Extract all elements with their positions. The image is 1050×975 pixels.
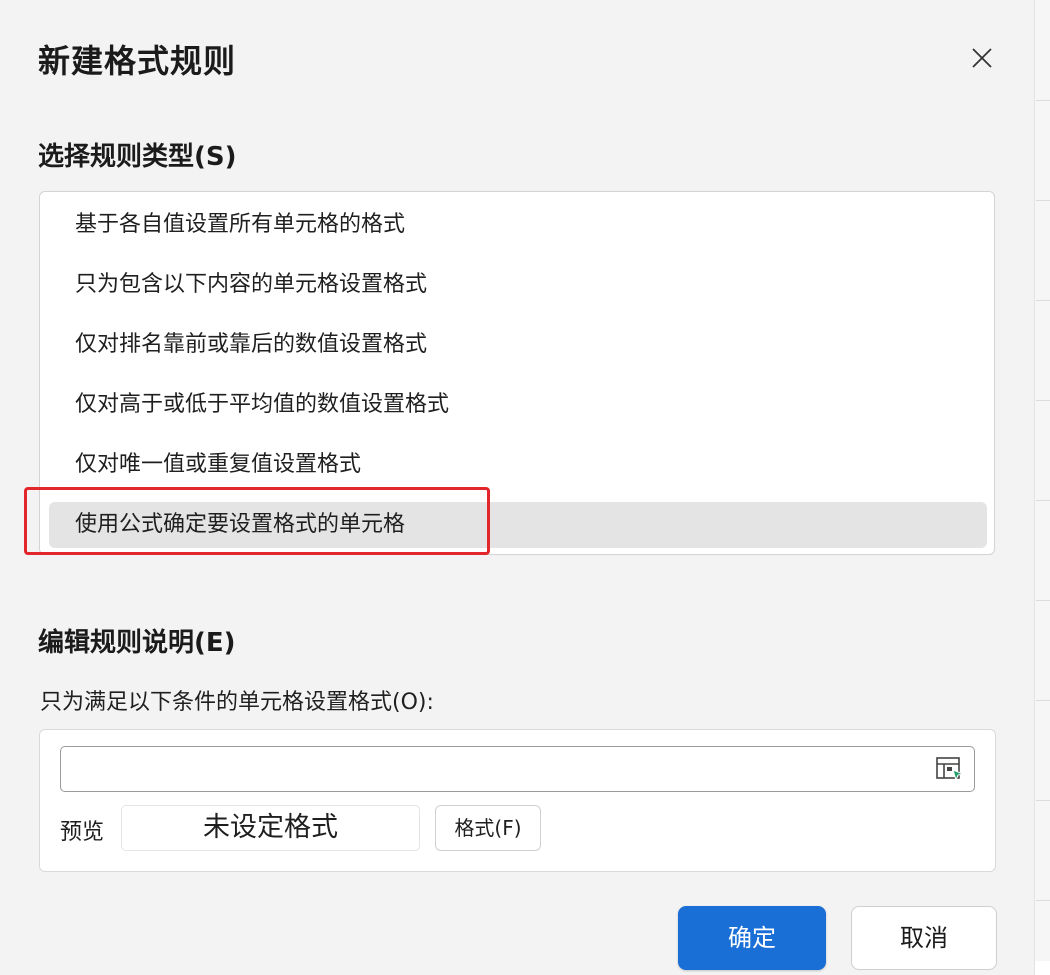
sheet-gridline bbox=[1036, 800, 1050, 801]
rule-type-item[interactable]: 仅对排名靠前或靠后的数值设置格式 bbox=[49, 322, 987, 368]
preview-label: 预览 bbox=[60, 820, 105, 845]
format-button[interactable]: 格式(F) bbox=[435, 805, 541, 851]
sheet-gridline bbox=[1036, 700, 1050, 701]
rule-type-list[interactable]: 基于各自值设置所有单元格的格式 只为包含以下内容的单元格设置格式 仅对排名靠前或… bbox=[39, 191, 995, 555]
rule-type-item-selected[interactable]: 使用公式确定要设置格式的单元格 bbox=[49, 502, 987, 548]
rule-type-item[interactable]: 只为包含以下内容的单元格设置格式 bbox=[49, 262, 987, 308]
sheet-gridline bbox=[1036, 200, 1050, 201]
sheet-gridline bbox=[1036, 900, 1050, 901]
sheet-gridline bbox=[1036, 100, 1050, 101]
formula-input[interactable] bbox=[60, 746, 975, 792]
sheet-gridline bbox=[1036, 500, 1050, 501]
new-format-rule-dialog: 新建格式规则 选择规则类型(S) 基于各自值设置所有单元格的格式 只为包含以下内… bbox=[0, 0, 1035, 975]
condition-label: 只为满足以下条件的单元格设置格式(O): bbox=[40, 690, 434, 715]
close-icon bbox=[972, 48, 992, 68]
rule-type-item[interactable]: 仅对唯一值或重复值设置格式 bbox=[49, 442, 987, 488]
sheet-gridline bbox=[1036, 300, 1050, 301]
edit-rule-panel: 预览 未设定格式 格式(F) bbox=[39, 729, 996, 872]
rule-type-item[interactable]: 基于各自值设置所有单元格的格式 bbox=[49, 202, 987, 248]
ok-button[interactable]: 确定 bbox=[678, 906, 826, 970]
format-preview: 未设定格式 bbox=[121, 805, 420, 851]
sheet-gridline bbox=[1036, 600, 1050, 601]
rule-type-item[interactable]: 仅对高于或低于平均值的数值设置格式 bbox=[49, 382, 987, 428]
cancel-button[interactable]: 取消 bbox=[851, 906, 997, 970]
range-picker-button[interactable] bbox=[933, 754, 967, 784]
close-button[interactable] bbox=[960, 38, 1004, 78]
range-select-icon bbox=[936, 757, 965, 782]
edit-rule-label: 编辑规则说明(E) bbox=[38, 628, 236, 658]
dialog-title: 新建格式规则 bbox=[38, 42, 237, 80]
sheet-gridline bbox=[1036, 400, 1050, 401]
rule-type-label: 选择规则类型(S) bbox=[38, 142, 237, 172]
